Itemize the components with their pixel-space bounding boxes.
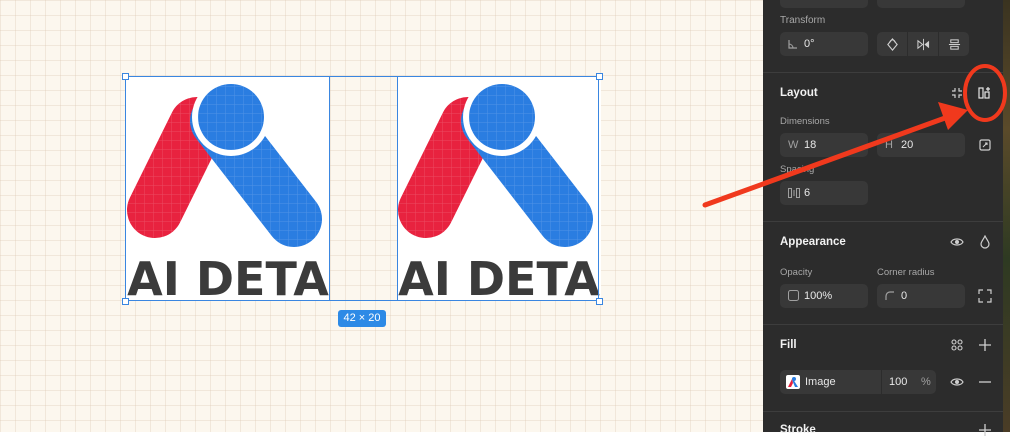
transform-actions <box>877 32 969 56</box>
section-divider <box>763 411 1003 412</box>
fill-percent-sign: % <box>921 376 931 388</box>
width-input[interactable]: W 18 <box>780 133 868 157</box>
height-prefix: H <box>885 139 893 151</box>
background-photo-edge <box>1003 0 1010 432</box>
flip-horizontal-icon[interactable] <box>908 32 939 56</box>
fill-opacity-value: 100 <box>889 376 908 388</box>
eye-icon[interactable] <box>946 231 968 253</box>
constrain-proportions-icon[interactable] <box>974 134 996 156</box>
corner-radius-label: Corner radius <box>877 267 935 278</box>
height-input[interactable]: H 20 <box>877 133 965 157</box>
rotate-icon[interactable] <box>877 32 908 56</box>
section-divider <box>763 72 1003 73</box>
resize-handle-bottom-left[interactable] <box>122 298 129 305</box>
add-fill-icon[interactable] <box>974 334 996 356</box>
stroke-title: Stroke <box>780 424 816 436</box>
styles-grid-icon[interactable] <box>946 334 968 356</box>
selection-divider <box>397 77 398 300</box>
properties-panel: Transform 0° Layout Dimensions W 18 H 20 <box>763 0 1003 436</box>
selection-box[interactable] <box>125 76 599 301</box>
width-value: 18 <box>804 139 817 151</box>
opacity-value: 100% <box>804 290 833 302</box>
corner-radius-value: 0 <box>901 290 908 302</box>
remove-fill-icon[interactable] <box>974 371 996 393</box>
cutoff-field-left[interactable] <box>780 0 868 8</box>
fill-row-divider <box>881 370 882 394</box>
collapse-icon[interactable] <box>946 82 968 104</box>
angle-icon <box>788 32 798 58</box>
resize-handle-top-left[interactable] <box>122 73 129 80</box>
section-divider <box>763 324 1003 325</box>
section-divider <box>763 221 1003 222</box>
corner-radius-input[interactable]: 0 <box>877 284 965 308</box>
transform-label: Transform <box>780 15 826 26</box>
height-value: 20 <box>901 139 914 151</box>
add-stroke-icon[interactable] <box>974 419 996 441</box>
drop-icon[interactable] <box>974 231 996 253</box>
rotation-input[interactable]: 0° <box>780 32 868 56</box>
fill-visibility-icon[interactable] <box>946 371 968 393</box>
align-vertical-center-icon[interactable] <box>939 32 969 56</box>
add-auto-layout-button[interactable] <box>974 82 996 104</box>
spacing-value: 6 <box>804 187 811 199</box>
resize-handle-top-right[interactable] <box>596 73 603 80</box>
opacity-label: Opacity <box>780 267 813 278</box>
appearance-title: Appearance <box>780 236 846 248</box>
independent-corners-icon[interactable] <box>974 285 996 307</box>
selection-size-badge: 42 × 20 <box>338 310 386 327</box>
fill-type-label: Image <box>805 376 836 388</box>
cutoff-field-right[interactable] <box>877 0 965 8</box>
spacing-input[interactable]: 6 <box>780 181 868 205</box>
fill-image-row[interactable]: Image 100 % <box>780 370 936 394</box>
resize-handle-bottom-right[interactable] <box>596 298 603 305</box>
width-prefix: W <box>788 139 799 151</box>
corner-radius-icon <box>885 284 895 310</box>
layout-title: Layout <box>780 87 818 99</box>
opacity-input[interactable]: 100% <box>780 284 868 308</box>
fill-title: Fill <box>780 339 797 351</box>
spacing-label: Spacing <box>780 164 815 175</box>
fill-image-thumbnail <box>786 375 800 389</box>
dimensions-label: Dimensions <box>780 116 830 127</box>
design-canvas[interactable]: AI DETA AI DETA 42 × 20 <box>0 0 763 432</box>
spacing-icon <box>788 181 800 207</box>
rotation-value: 0° <box>804 38 815 50</box>
opacity-icon <box>788 284 799 310</box>
selection-divider <box>329 77 330 300</box>
